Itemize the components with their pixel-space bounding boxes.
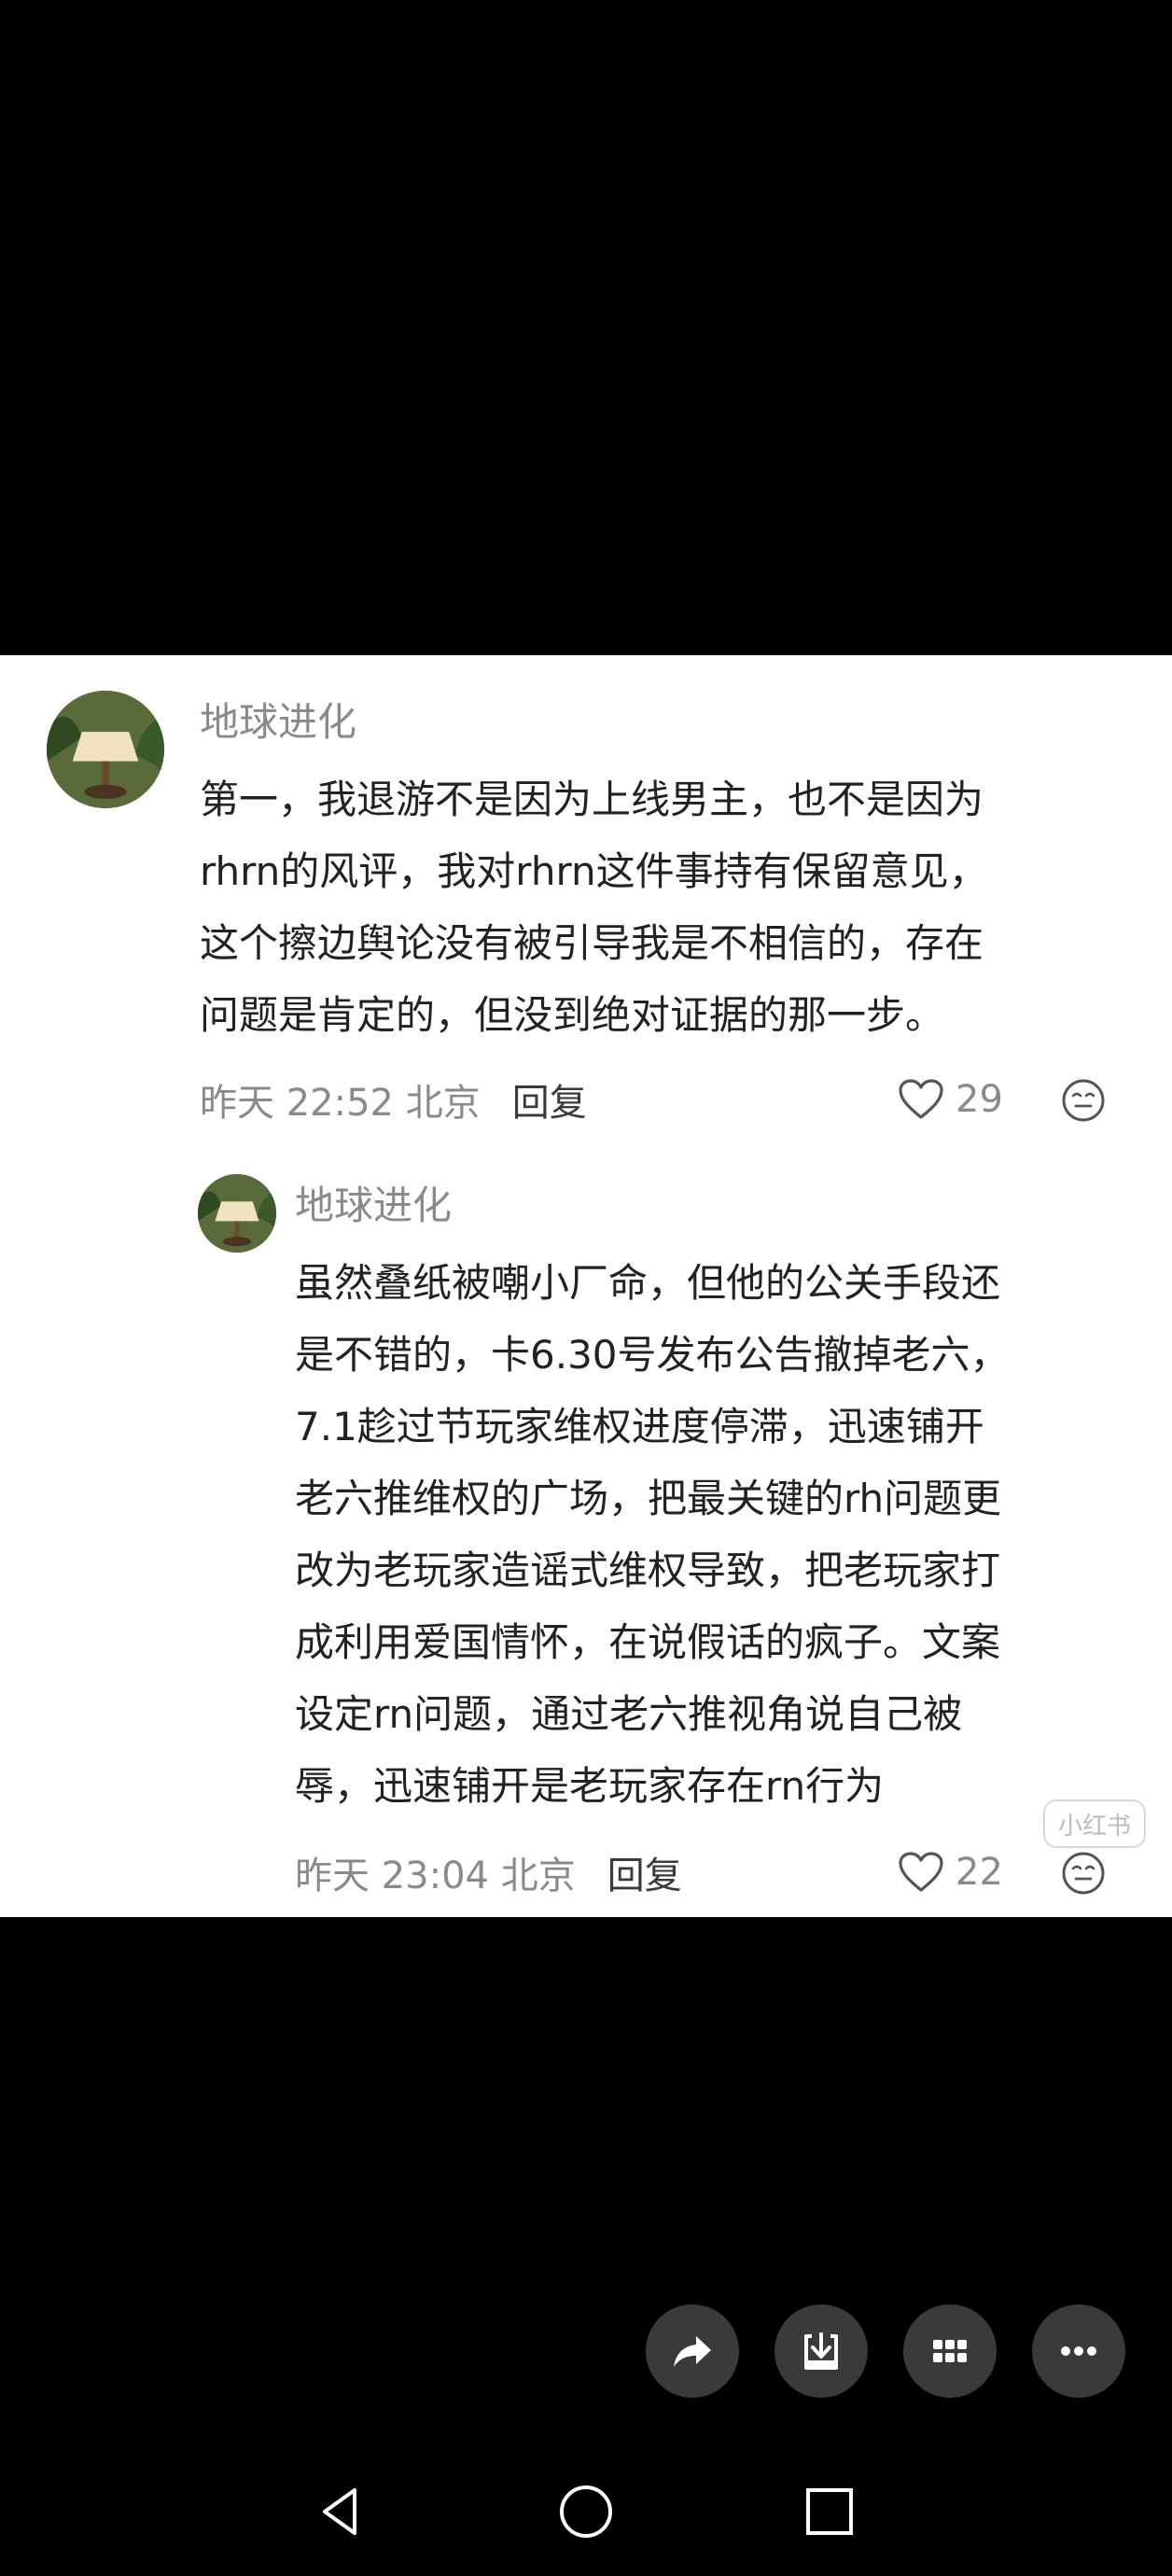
heart-icon bbox=[899, 1079, 943, 1119]
share-button[interactable] bbox=[646, 2304, 739, 2398]
comment-line: 问题是肯定的，但没到绝对证据的那一步。 bbox=[200, 992, 945, 1038]
like-count: 29 bbox=[956, 1078, 1003, 1121]
emoji-reaction-icon[interactable] bbox=[1060, 1850, 1107, 1897]
watermark-logo: 小红书 bbox=[1043, 1799, 1146, 1848]
share-icon bbox=[674, 2336, 711, 2367]
more-button[interactable] bbox=[1032, 2304, 1125, 2398]
comment-text: 虽然叠纸被嘲小厂命，但他的公关手段还 是不错的，卡6.30号发布公告撤掉老六， … bbox=[295, 1247, 1010, 1822]
comment-card: 地球进化 第一，我退游不是因为上线男主，也不是因为 rhrn的风评，我对rhrn… bbox=[0, 655, 1172, 1917]
grid-icon bbox=[933, 2340, 967, 2362]
avatar[interactable] bbox=[47, 691, 164, 808]
comment-username[interactable]: 地球进化 bbox=[295, 1182, 452, 1230]
comment-line: rhrn的风评，我对rhrn这件事持有保留意见， bbox=[200, 848, 988, 894]
comment-line: 这个擦边舆论没有被引导我是不相信的，存在 bbox=[200, 920, 984, 966]
download-button[interactable] bbox=[774, 2304, 868, 2398]
lamp-avatar-image bbox=[198, 1174, 276, 1253]
comment-meta: 昨天 23:04 北京 回复 bbox=[295, 1844, 682, 1900]
grid-button[interactable] bbox=[903, 2304, 997, 2398]
comment-timestamp: 昨天 23:04 北京 bbox=[295, 1855, 576, 1897]
comment-timestamp: 昨天 22:52 北京 bbox=[200, 1082, 481, 1125]
like-button[interactable]: 22 bbox=[898, 1844, 1003, 1900]
heart-icon bbox=[899, 1852, 943, 1892]
avatar[interactable] bbox=[198, 1174, 276, 1253]
comment-text: 第一，我退游不是因为上线男主，也不是因为 rhrn的风评，我对rhrn这件事持有… bbox=[200, 763, 988, 1051]
back-icon[interactable] bbox=[308, 2479, 373, 2544]
comment-line: 是不错的，卡6.30号发布公告撤掉老六， bbox=[295, 1332, 1010, 1378]
more-icon bbox=[1061, 2346, 1096, 2356]
comment-username[interactable]: 地球进化 bbox=[200, 698, 356, 747]
emoji-reaction-icon[interactable] bbox=[1060, 1077, 1107, 1124]
comment-meta: 昨天 22:52 北京 回复 bbox=[200, 1071, 587, 1127]
comment-line: 虽然叠纸被嘲小厂命，但他的公关手段还 bbox=[295, 1260, 1001, 1306]
lamp-avatar-image bbox=[47, 691, 164, 808]
download-icon bbox=[804, 2332, 838, 2370]
comment-line: 第一，我退游不是因为上线男主，也不是因为 bbox=[200, 777, 984, 822]
home-icon[interactable] bbox=[553, 2479, 619, 2544]
comment-line: 7.1趁过节玩家维权进度停滞，迅速铺开 bbox=[295, 1404, 984, 1449]
like-count: 22 bbox=[956, 1851, 1003, 1894]
comment-line: 设定rn问题，通过老六推视角说自己被 bbox=[295, 1691, 963, 1737]
comment-line: 老六推维权的广场，把最关键的rh问题更 bbox=[295, 1476, 1002, 1521]
comment-line: 辱，迅速铺开是老玩家存在rn行为 bbox=[295, 1763, 885, 1809]
comment-line: 改为老玩家造谣式维权导致，把老玩家打 bbox=[295, 1547, 1001, 1593]
reply-button[interactable]: 回复 bbox=[512, 1072, 587, 1127]
reply-button[interactable]: 回复 bbox=[607, 1845, 682, 1899]
recents-icon[interactable] bbox=[797, 2479, 862, 2544]
comment-line: 成利用爱国情怀，在说假话的疯子。文案 bbox=[295, 1619, 1001, 1665]
like-button[interactable]: 29 bbox=[898, 1071, 1003, 1127]
